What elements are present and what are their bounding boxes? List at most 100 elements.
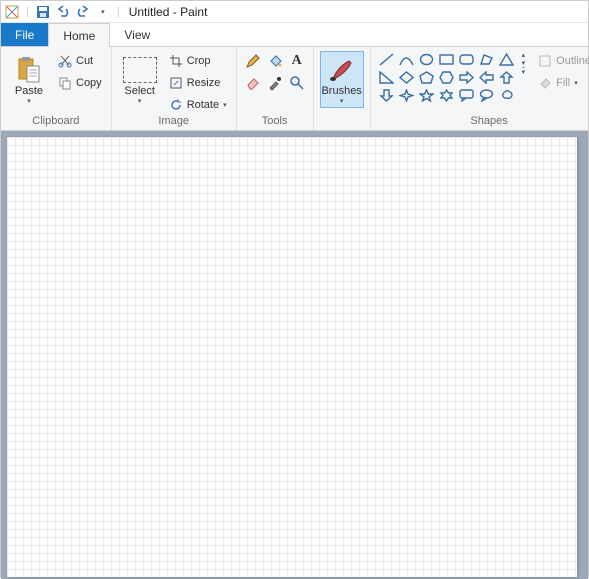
paste-icon [17, 54, 41, 86]
crop-label: Crop [187, 55, 211, 67]
shape-down-arrow[interactable] [377, 87, 396, 104]
select-icon [123, 54, 157, 86]
group-label-shapes: Shapes [377, 115, 589, 129]
resize-label: Resize [187, 77, 221, 89]
shape-rounded-rectangle[interactable] [457, 51, 476, 68]
magnifier-tool[interactable] [287, 73, 307, 93]
tab-file[interactable]: File [1, 23, 48, 46]
shape-diamond[interactable] [397, 69, 416, 86]
chevron-down-icon: ▾ [340, 97, 344, 105]
crop-icon [169, 54, 183, 68]
eraser-tool[interactable] [243, 73, 263, 93]
ribbon: Paste ▾ Cut Copy Clipboard Select ▾ [1, 47, 588, 131]
separator: | [117, 6, 120, 18]
shape-triangle[interactable] [497, 51, 516, 68]
brush-icon [327, 54, 357, 86]
redo-button[interactable] [74, 3, 92, 21]
save-icon [36, 5, 50, 19]
titlebar: | ▾ | Untitled - Paint [1, 1, 588, 23]
shape-5pt-star[interactable] [417, 87, 436, 104]
shape-outline-button[interactable]: Outline ▾ [535, 51, 589, 71]
eraser-icon [245, 75, 261, 91]
outline-label: Outline [556, 55, 589, 67]
tab-home[interactable]: Home [48, 23, 110, 47]
brushes-button[interactable]: Brushes ▾ [320, 51, 364, 108]
copy-icon [58, 76, 72, 90]
chevron-down-icon: ▾ [27, 97, 31, 105]
shape-rounded-callout[interactable] [457, 87, 476, 104]
picker-icon [267, 75, 283, 91]
shape-left-arrow[interactable] [477, 69, 496, 86]
shape-4pt-star[interactable] [397, 87, 416, 104]
resize-button[interactable]: Resize [166, 73, 230, 93]
shape-rectangle[interactable] [437, 51, 456, 68]
outline-icon [538, 54, 552, 68]
group-tools: A Tools [237, 47, 314, 130]
drawing-canvas[interactable] [7, 137, 577, 577]
color-picker-tool[interactable] [265, 73, 285, 93]
shape-6pt-star[interactable] [437, 87, 456, 104]
canvas-workspace [1, 131, 588, 579]
shape-oval[interactable] [417, 51, 436, 68]
fill-tool[interactable] [265, 51, 285, 71]
group-label-clipboard: Clipboard [7, 115, 105, 129]
bucket-icon [267, 53, 283, 69]
group-label-image: Image [118, 115, 230, 129]
undo-button[interactable] [54, 3, 72, 21]
paste-label: Paste [15, 86, 43, 97]
shapes-scroll-up[interactable]: ▴ [522, 51, 526, 59]
group-brushes: Brushes ▾ [314, 47, 371, 130]
shape-polygon[interactable] [477, 51, 496, 68]
pencil-tool[interactable] [243, 51, 263, 71]
pencil-icon [245, 53, 261, 69]
chevron-down-icon: ▾ [223, 101, 227, 109]
shape-up-arrow[interactable] [497, 69, 516, 86]
chevron-down-icon: ▾ [101, 8, 105, 16]
cut-icon [58, 54, 72, 68]
shape-fill-button[interactable]: Fill ▾ [535, 73, 589, 93]
text-icon: A [292, 53, 302, 69]
crop-button[interactable]: Crop [166, 51, 230, 71]
copy-button[interactable]: Copy [55, 73, 105, 93]
shapes-scroll-down[interactable]: ▾ [522, 59, 526, 67]
group-shapes: ▴ ▾ ▾ Outline ▾ Fill ▾ Shapes [371, 47, 589, 130]
group-image: Select ▾ Crop Resize Rotate ▾ Image [112, 47, 237, 130]
rotate-icon [169, 98, 183, 112]
group-label-tools: Tools [243, 115, 307, 129]
shape-cloud-callout[interactable] [497, 87, 516, 104]
rotate-button[interactable]: Rotate ▾ [166, 95, 230, 115]
window-title: Untitled - Paint [129, 5, 208, 19]
shapes-expand[interactable]: ▾ [522, 67, 526, 76]
undo-icon [56, 5, 70, 19]
magnifier-icon [289, 75, 305, 91]
text-tool[interactable]: A [287, 51, 307, 71]
chevron-down-icon: ▾ [574, 79, 578, 87]
chevron-down-icon: ▾ [138, 97, 142, 105]
copy-label: Copy [76, 77, 102, 89]
group-label-brushes [320, 115, 364, 129]
fill-label: Fill [556, 77, 570, 89]
shape-hexagon[interactable] [437, 69, 456, 86]
redo-icon [76, 5, 90, 19]
select-button[interactable]: Select ▾ [118, 51, 162, 108]
cut-button[interactable]: Cut [55, 51, 105, 71]
shape-curve[interactable] [397, 51, 416, 68]
qat-customize[interactable]: ▾ [94, 3, 112, 21]
shape-oval-callout[interactable] [477, 87, 496, 104]
shape-pentagon[interactable] [417, 69, 436, 86]
shapes-gallery[interactable] [377, 51, 516, 104]
cut-label: Cut [76, 55, 93, 67]
app-icon[interactable] [3, 3, 21, 21]
shape-line[interactable] [377, 51, 396, 68]
save-button[interactable] [34, 3, 52, 21]
tab-view[interactable]: View [110, 23, 164, 46]
shape-right-triangle[interactable] [377, 69, 396, 86]
select-label: Select [124, 86, 155, 97]
fill-icon [538, 76, 552, 90]
separator: | [26, 6, 29, 18]
group-clipboard: Paste ▾ Cut Copy Clipboard [1, 47, 112, 130]
brushes-label: Brushes [321, 86, 361, 97]
resize-icon [169, 76, 183, 90]
shape-right-arrow[interactable] [457, 69, 476, 86]
paste-button[interactable]: Paste ▾ [7, 51, 51, 108]
